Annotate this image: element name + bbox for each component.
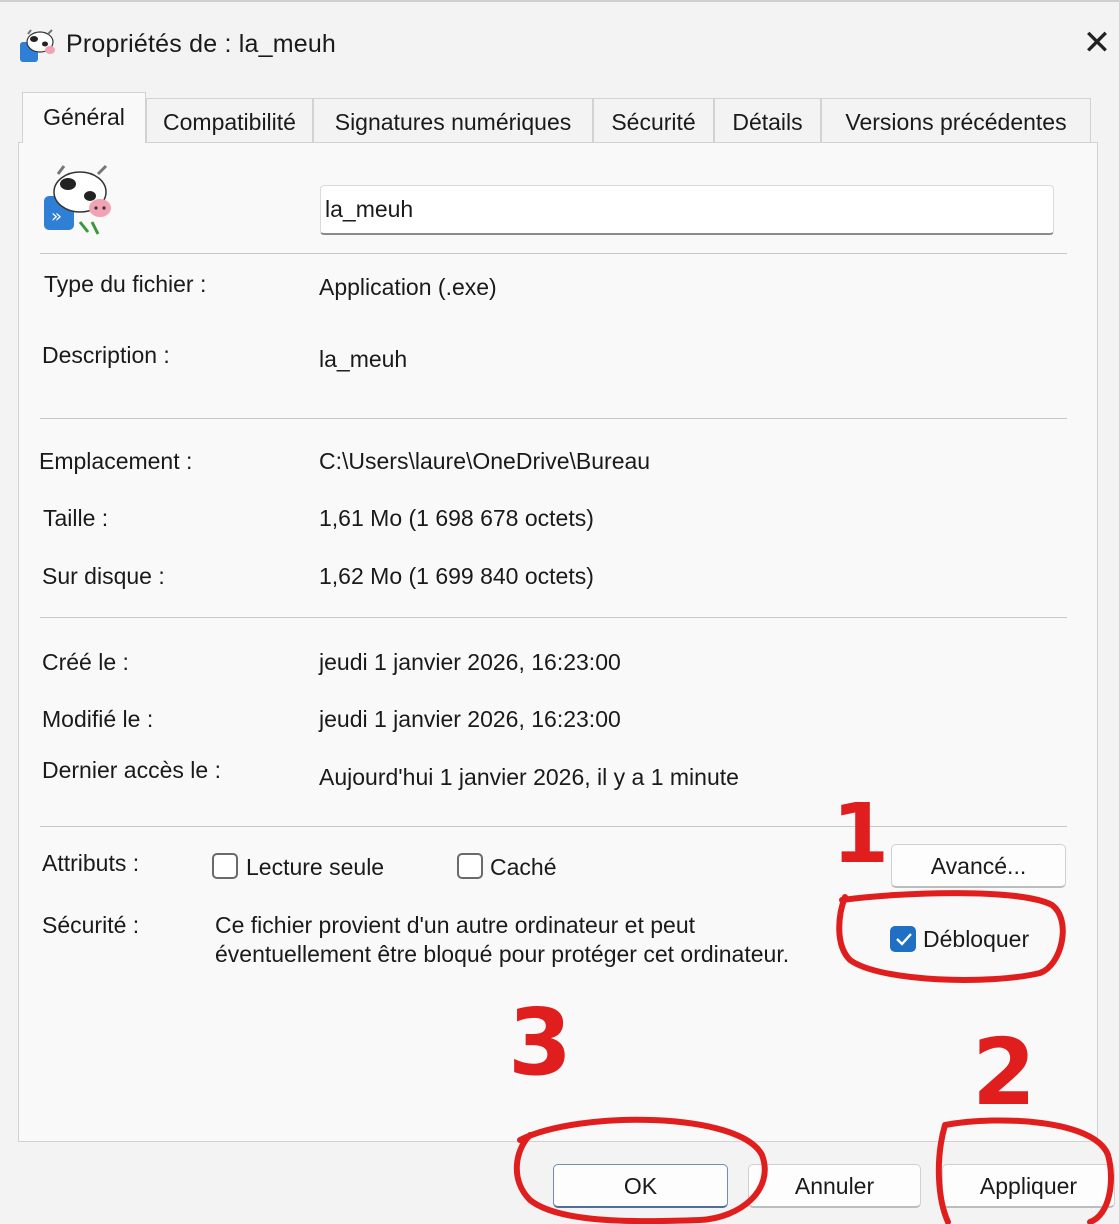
hidden-label[interactable]: Caché [490,854,556,881]
file-type-value: Application (.exe) [319,274,497,300]
accessed-label: Dernier accès le : [42,757,221,783]
svg-text:»: » [51,206,62,227]
tab-previous-versions[interactable]: Versions précédentes [821,98,1091,142]
window-title: Propriétés de : la_meuh [66,30,337,58]
modified-label: Modifié le : [42,706,154,732]
hidden-checkbox[interactable] [457,853,483,879]
size-label: Taille : [43,505,109,531]
tab-details[interactable]: Détails [714,98,821,142]
created-label: Créé le : [42,649,129,675]
checkmark-icon [896,933,912,946]
disk-size-label: Sur disque : [42,563,165,589]
readonly-label[interactable]: Lecture seule [246,854,384,881]
separator [40,253,1067,254]
separator [40,617,1067,618]
top-edge [0,0,1119,2]
security-text-line1: Ce fichier provient d'un autre ordinateu… [215,912,696,938]
cancel-button[interactable]: Annuler [748,1164,921,1208]
advanced-button[interactable]: Avancé... [891,844,1066,888]
description-value: la_meuh [319,346,408,372]
attributes-label: Attributs : [42,850,140,876]
ok-button[interactable]: OK [553,1164,728,1208]
unblock-label[interactable]: Débloquer [923,926,1029,953]
readonly-checkbox[interactable] [212,853,238,879]
file-type-label: Type du fichier : [44,271,207,297]
accessed-value: Aujourd'hui 1 janvier 2026, il y a 1 min… [319,764,739,790]
location-label: Emplacement : [39,448,193,474]
security-text-line2: éventuellement être bloqué pour protéger… [215,941,790,967]
tab-digital-signatures[interactable]: Signatures numériques [313,98,593,142]
disk-size-value: 1,62 Mo (1 699 840 octets) [319,563,594,589]
file-name-input[interactable] [320,185,1054,235]
cow-file-icon: » [44,164,111,235]
unblock-checkbox[interactable] [890,926,916,952]
security-label: Sécurité : [42,912,140,938]
separator [40,826,1067,827]
description-label: Description : [42,342,170,368]
close-icon[interactable]: ✕ [1080,26,1114,60]
cow-app-icon [20,29,55,62]
tab-security[interactable]: Sécurité [593,98,714,142]
created-value: jeudi 1 janvier 2026, 16:23:00 [319,649,621,675]
modified-value: jeudi 1 janvier 2026, 16:23:00 [319,706,621,732]
tab-compatibility[interactable]: Compatibilité [146,98,313,142]
apply-button[interactable]: Appliquer [942,1164,1115,1208]
size-value: 1,61 Mo (1 698 678 octets) [319,505,594,531]
location-value: C:\Users\laure\OneDrive\Bureau [319,448,651,474]
tab-general[interactable]: Général [22,92,146,143]
separator [40,418,1067,419]
